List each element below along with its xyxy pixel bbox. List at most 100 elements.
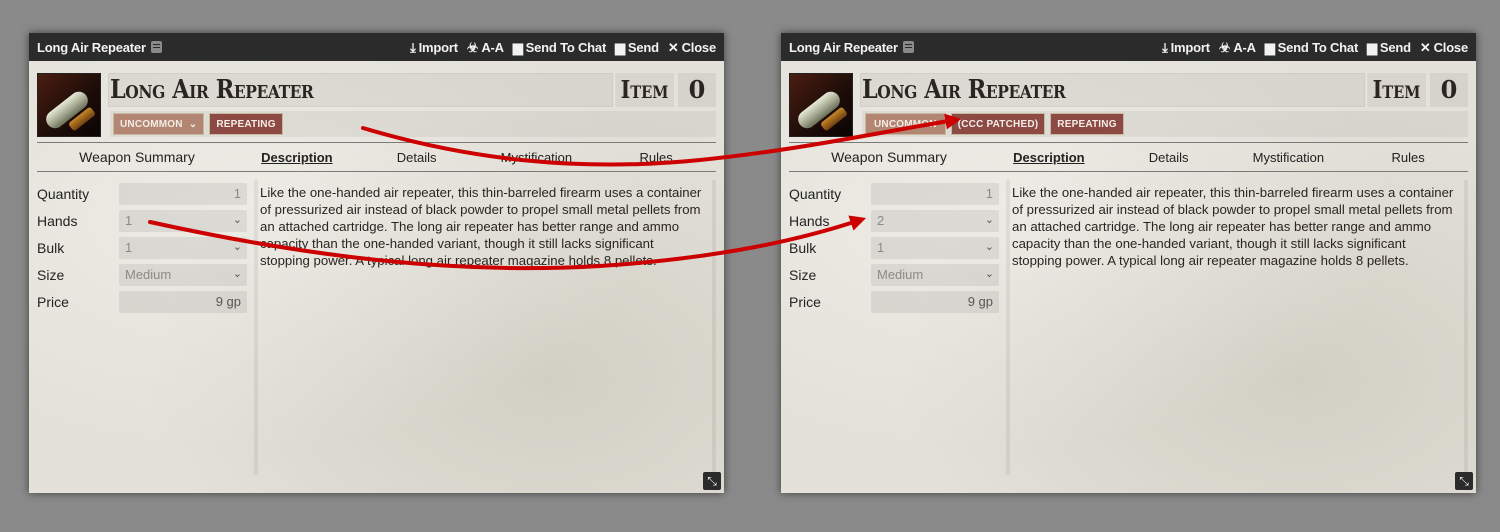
size-label: Size [37, 266, 65, 283]
import-label: Import [418, 39, 458, 55]
item-portrait[interactable] [789, 73, 853, 137]
price-row: Price 9 gp [789, 288, 999, 315]
send-button[interactable]: ▆ Send [1367, 40, 1411, 55]
send-to-chat-label: Send To Chat [1277, 39, 1359, 55]
bulk-value: 1 [877, 240, 885, 255]
tab-details[interactable]: Details [357, 150, 477, 165]
bulk-row: Bulk 1 ⌄ [37, 234, 247, 261]
description-scrollbar[interactable] [712, 180, 716, 475]
item-properties: Quantity 1 Hands 1 ⌄ Bulk 1 ⌄ Size Medium ⌄… [37, 180, 247, 315]
item-name: Long Air Repeater [862, 75, 1066, 105]
send-to-chat-button[interactable]: ▆ Send To Chat [513, 40, 606, 55]
speech-bubble-icon: ▆ [512, 39, 523, 55]
item-level[interactable]: 0 [1430, 73, 1468, 107]
hands-select[interactable]: 2 ⌄ [871, 209, 999, 232]
size-select[interactable]: Medium ⌄ [871, 263, 999, 286]
sheet-id-icon[interactable] [902, 41, 914, 53]
hands-row: Hands 2 ⌄ [789, 207, 999, 234]
tab-details[interactable]: Details [1109, 150, 1229, 165]
chevron-down-icon: ⌄ [232, 240, 242, 253]
bulk-row: Bulk 1 ⌄ [789, 234, 999, 261]
window-title-group: Long Air Repeater [789, 40, 914, 55]
tab-description[interactable]: Description [989, 150, 1109, 165]
item-sheet-after: Long Air Repeater ⤓ Import ☣ A-A ▆ Send To … [781, 33, 1476, 493]
biohazard-icon: ☣ [1218, 39, 1231, 55]
item-type: Item [1367, 73, 1426, 107]
rarity-value: UNCOMMON [120, 118, 183, 130]
biohazard-icon: ☣ [466, 39, 479, 55]
window-actions: ⤓ Import ☣ A-A ▆ Send To Chat ▆ Send ✕ Close [1162, 40, 1468, 55]
tab-rules[interactable]: Rules [596, 150, 716, 165]
hands-select[interactable]: 1 ⌄ [119, 209, 247, 232]
sheet-navigation: Weapon Summary Description Details Mysti… [37, 142, 716, 172]
close-icon: ✕ [667, 39, 679, 55]
bulk-value: 1 [125, 240, 133, 255]
send-to-chat-button[interactable]: ▆ Send To Chat [1265, 40, 1358, 55]
tab-mystification[interactable]: Mystification [477, 150, 597, 165]
item-level[interactable]: 0 [678, 73, 716, 107]
item-description[interactable]: Like the one-handed air repeater, this t… [1012, 184, 1459, 269]
trait-tag[interactable]: REPEATING [1050, 113, 1124, 135]
aa-button[interactable]: ☣ A-A [1219, 40, 1256, 55]
bulk-select[interactable]: 1 ⌄ [871, 236, 999, 259]
sidebar-divider [254, 180, 258, 475]
bulk-label: Bulk [789, 239, 817, 256]
resize-handle-icon[interactable]: ⤡ [703, 472, 721, 490]
send-label: Send [1379, 39, 1411, 55]
price-row: Price 9 gp [37, 288, 247, 315]
window-actions: ⤓ Import ☣ A-A ▆ Send To Chat ▆ Send ✕ Close [410, 40, 716, 55]
sheet-id-icon[interactable] [150, 41, 162, 53]
download-icon: ⤓ [1162, 39, 1168, 55]
chevron-down-icon: ⌄ [984, 213, 994, 226]
import-button[interactable]: ⤓ Import [1162, 40, 1210, 55]
hands-row: Hands 1 ⌄ [37, 207, 247, 234]
item-name: Long Air Repeater [110, 75, 314, 105]
download-icon: ⤓ [410, 39, 416, 55]
close-button[interactable]: ✕ Close [1420, 40, 1468, 55]
quantity-input[interactable]: 1 [119, 182, 247, 205]
item-sheet-before: Long Air Repeater ⤓ Import ☣ A-A ▆ Send To … [29, 33, 724, 493]
close-icon: ✕ [1419, 39, 1431, 55]
size-select[interactable]: Medium ⌄ [119, 263, 247, 286]
item-portrait[interactable] [37, 73, 101, 137]
quantity-row: Quantity 1 [37, 180, 247, 207]
tab-description[interactable]: Description [237, 150, 357, 165]
tab-mystification[interactable]: Mystification [1229, 150, 1349, 165]
bulk-label: Bulk [37, 239, 65, 256]
chevron-down-icon: ⌄ [984, 240, 994, 253]
quantity-input[interactable]: 1 [871, 182, 999, 205]
traits-row[interactable]: UNCOMMON ⌄ REPEATING [110, 111, 716, 137]
size-value: Medium [877, 267, 924, 282]
price-input[interactable]: 9 gp [119, 290, 247, 313]
rarity-tag[interactable]: UNCOMMON [865, 113, 946, 135]
quantity-label: Quantity [789, 185, 842, 202]
bulk-select[interactable]: 1 ⌄ [119, 236, 247, 259]
hands-value: 1 [125, 213, 133, 228]
item-properties: Quantity 1 Hands 2 ⌄ Bulk 1 ⌄ Size Medium ⌄… [789, 180, 999, 315]
item-type-group: Item 0 [606, 73, 716, 107]
tab-rules[interactable]: Rules [1348, 150, 1468, 165]
aa-button[interactable]: ☣ A-A [467, 40, 504, 55]
item-header: Long Air Repeater Item 0 UNCOMMON ⌄ REPEA… [37, 73, 716, 137]
quantity-row: Quantity 1 [789, 180, 999, 207]
trait-tag-ccc-patched[interactable]: (CCC PATCHED) [950, 113, 1046, 135]
close-label: Close [1433, 39, 1469, 55]
window-titlebar[interactable]: Long Air Repeater ⤓ Import ☣ A-A ▆ Send To … [29, 33, 724, 61]
sidebar-divider [1006, 180, 1010, 475]
traits-row[interactable]: UNCOMMON (CCC PATCHED) REPEATING [862, 111, 1468, 137]
resize-handle-icon[interactable]: ⤡ [1455, 472, 1473, 490]
import-button[interactable]: ⤓ Import [410, 40, 458, 55]
rarity-select[interactable]: UNCOMMON ⌄ [113, 113, 205, 135]
window-titlebar[interactable]: Long Air Repeater ⤓ Import ☣ A-A ▆ Send To … [781, 33, 1476, 61]
hands-label: Hands [789, 212, 830, 229]
speech-bubble-icon: ▆ [1264, 39, 1275, 55]
description-scrollbar[interactable] [1464, 180, 1468, 475]
item-type-group: Item 0 [1358, 73, 1468, 107]
close-button[interactable]: ✕ Close [668, 40, 716, 55]
weapon-summary-label: Weapon Summary [831, 149, 947, 165]
send-button[interactable]: ▆ Send [615, 40, 659, 55]
chevron-down-icon: ⌄ [188, 118, 198, 130]
price-input[interactable]: 9 gp [871, 290, 999, 313]
trait-tag[interactable]: REPEATING [209, 113, 283, 135]
item-description[interactable]: Like the one-handed air repeater, this t… [260, 184, 707, 269]
